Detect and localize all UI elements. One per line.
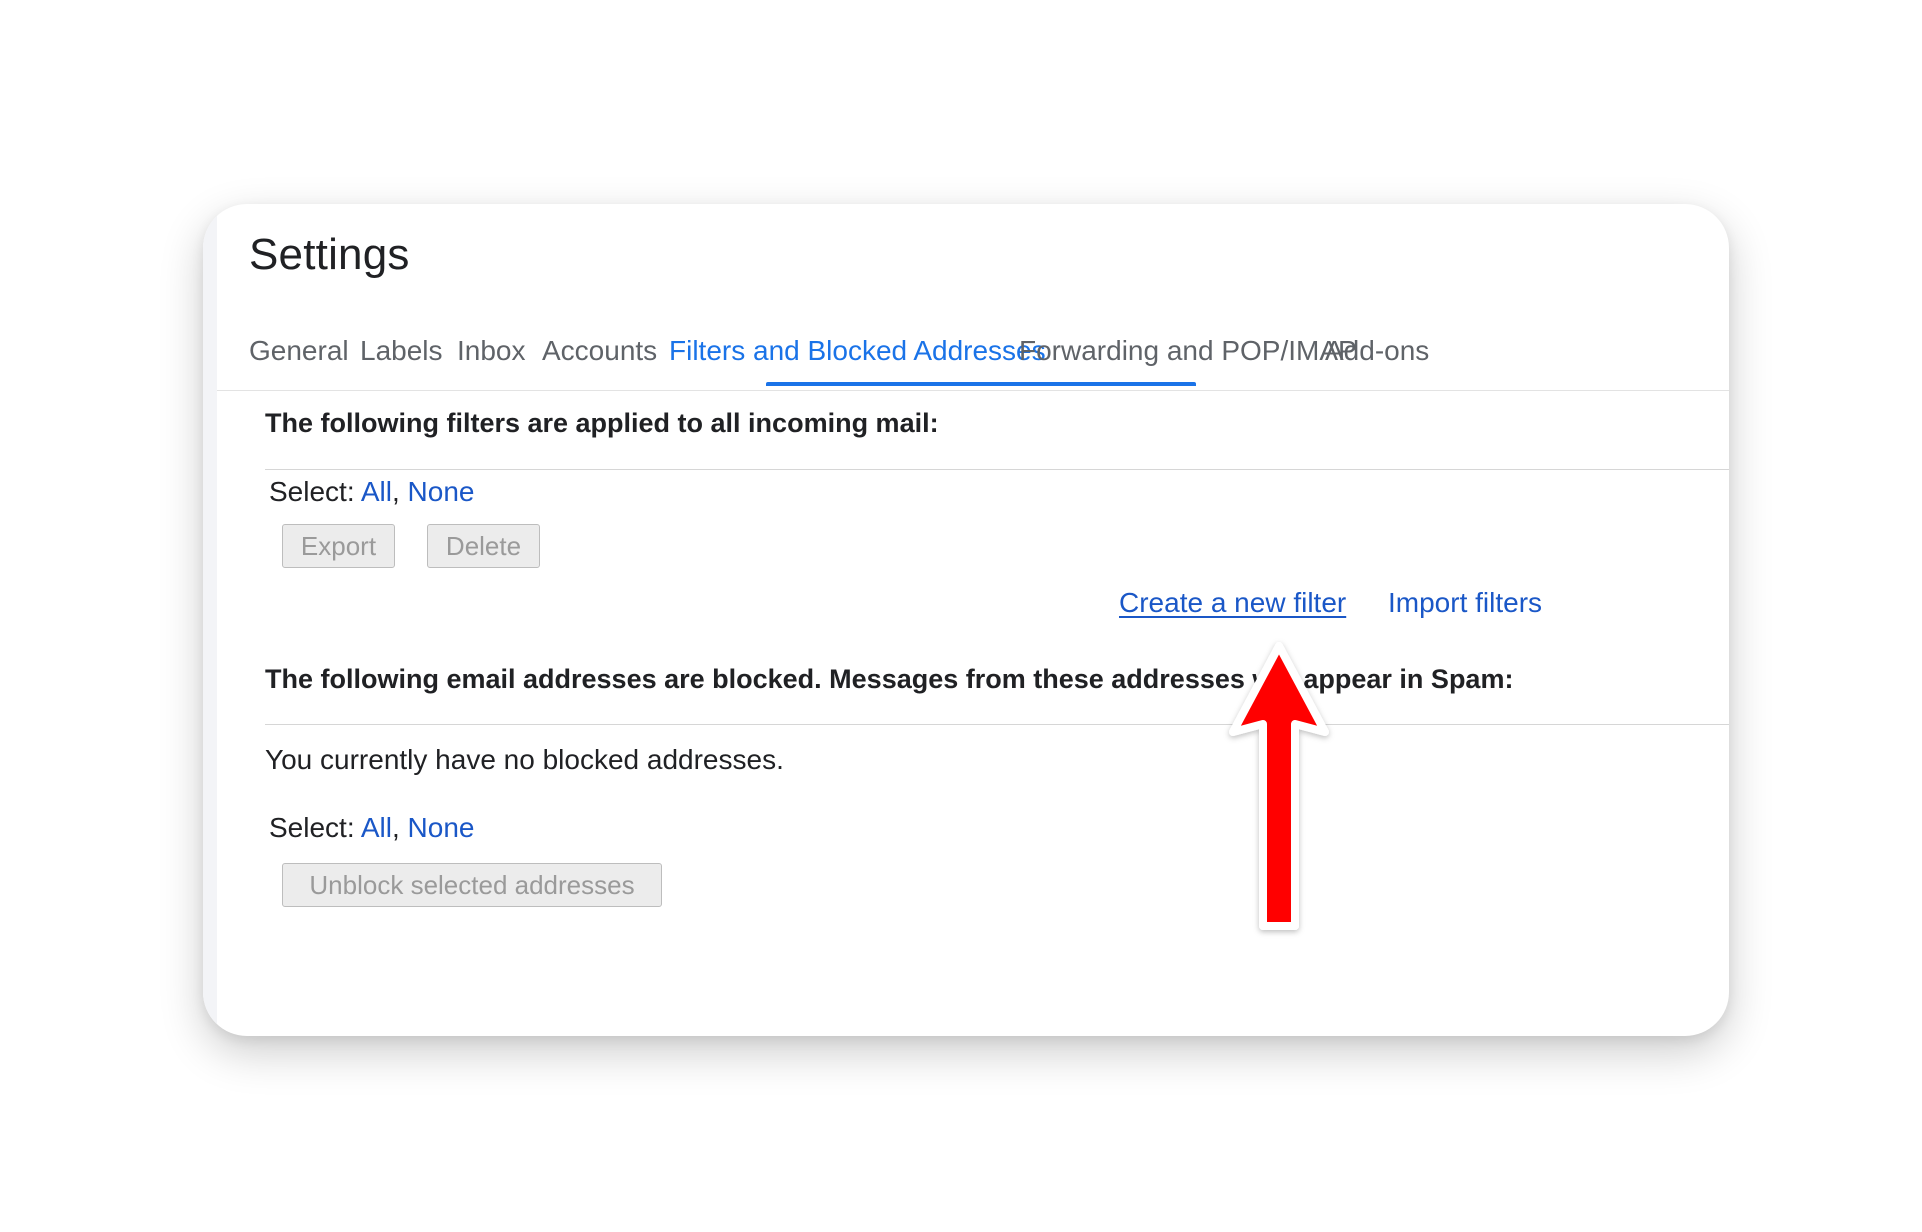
- create-new-filter-link[interactable]: Create a new filter: [1119, 587, 1346, 619]
- blocked-select-separator: ,: [391, 812, 400, 843]
- no-blocked-addresses-message: You currently have no blocked addresses.: [265, 744, 784, 775]
- filters-select-row: Select: All, None: [269, 476, 474, 508]
- blocked-select-none-link[interactable]: None: [408, 812, 475, 843]
- filters-select-all-link[interactable]: All: [361, 476, 392, 507]
- export-button[interactable]: Export: [282, 524, 395, 568]
- filters-select-label: Select:: [269, 476, 355, 507]
- blocked-divider: [265, 724, 1729, 725]
- import-filters-link[interactable]: Import filters: [1388, 587, 1542, 619]
- blocked-select-row: Select: All, None: [269, 812, 474, 844]
- blocked-select-all-link[interactable]: All: [361, 812, 392, 843]
- red-up-arrow-icon: [1229, 642, 1329, 930]
- delete-button[interactable]: Delete: [427, 524, 540, 568]
- filters-divider: [265, 469, 1729, 470]
- filters-panel: The following filters are applied to all…: [203, 204, 1729, 1036]
- filters-select-separator: ,: [391, 476, 400, 507]
- filters-select-none-link[interactable]: None: [408, 476, 475, 507]
- unblock-selected-addresses-button[interactable]: Unblock selected addresses: [282, 863, 662, 907]
- arrow-shape: [1229, 642, 1329, 930]
- blocked-select-label: Select:: [269, 812, 355, 843]
- filters-heading: The following filters are applied to all…: [265, 408, 939, 438]
